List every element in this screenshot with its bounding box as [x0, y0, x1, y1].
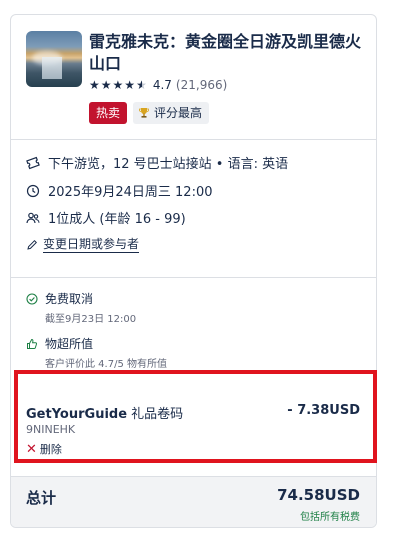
- remove-gift-code-button[interactable]: ✕ 删除: [26, 441, 62, 457]
- gift-code-section: GetYourGuide 礼品卷码 - 7.38USD 9NINEHK ✕ 删除: [11, 395, 376, 465]
- gift-code-label: GetYourGuide 礼品卷码: [26, 403, 183, 422]
- star-icon: ★: [112, 78, 124, 92]
- total-value: 74.58USD: [277, 486, 360, 504]
- trophy-icon: [139, 108, 149, 118]
- booking-summary-card: 雷克雅未克：黄金圈全日游及凯里德火山口 ★ ★ ★ ★ ★ 4.7 (21,96…: [10, 14, 377, 528]
- activity-thumbnail: [26, 31, 82, 87]
- participants-row: 1位成人 (年龄 16 - 99): [26, 208, 186, 227]
- change-date-link[interactable]: 变更日期或参与者: [26, 237, 140, 253]
- people-icon: [26, 212, 40, 223]
- hot-badge: 热卖: [89, 102, 128, 124]
- star-icon: ★: [89, 78, 100, 92]
- datetime-text: 2025年9月24日周三 12:00: [48, 185, 213, 200]
- rating-score: 4.7: [152, 78, 172, 92]
- gift-code-brand: GetYourGuide: [26, 407, 128, 422]
- clock-icon: [26, 184, 40, 197]
- half-star-icon: ★: [136, 78, 147, 92]
- star-icon: ★: [100, 78, 112, 92]
- divider: [11, 139, 376, 140]
- change-date-label: 变更日期或参与者: [43, 237, 140, 253]
- thumbs-up-icon: [27, 338, 38, 349]
- top-rated-badge: 评分最高: [133, 102, 210, 124]
- participants-text: 1位成人 (年龄 16 - 99): [48, 212, 186, 227]
- star-icon: ★: [124, 78, 136, 92]
- gift-code-value: 9NINEHK: [26, 423, 76, 436]
- benefit-subtitle: 客户评价此 4.7/5 物有所值: [45, 359, 167, 370]
- check-circle-icon: [26, 292, 38, 305]
- divider: [11, 277, 376, 278]
- datetime-row: 2025年9月24日周三 12:00: [26, 181, 213, 200]
- option-text: 下午游览，12 号巴士站接站 • 语言: 英语: [48, 157, 289, 172]
- rating-stars: ★ ★ ★ ★ ★: [89, 79, 147, 91]
- benefit-title: 物超所值: [45, 337, 94, 351]
- remove-label: 删除: [39, 443, 62, 456]
- top-rated-label: 评分最高: [154, 106, 203, 120]
- activity-title: 雷克雅未克：黄金圈全日游及凯里德火山口: [89, 32, 362, 73]
- gift-code-amount: - 7.38USD: [287, 403, 360, 418]
- benefit-subtitle: 截至9月23日 12:00: [45, 314, 137, 325]
- gift-code-type: 礼品卷码: [127, 407, 184, 422]
- activity-header: 雷克雅未克：黄金圈全日游及凯里德火山口 ★ ★ ★ ★ ★ 4.7 (21,96…: [11, 15, 376, 139]
- close-icon: ✕: [26, 441, 37, 457]
- activity-badges: 热卖 评分最高: [89, 102, 210, 124]
- great-value: 物超所值 客户评价此 4.7/5 物有所值: [26, 335, 167, 370]
- ticket-icon: [26, 156, 40, 169]
- option-row: 下午游览，12 号巴士站接站 • 语言: 英语: [26, 153, 288, 172]
- pencil-icon: [27, 239, 38, 250]
- rating-count: (21,966): [175, 78, 228, 92]
- free-cancellation: 免费取消 截至9月23日 12:00: [26, 290, 136, 325]
- benefit-title: 免费取消: [45, 292, 94, 306]
- total-label: 总计: [26, 489, 57, 507]
- total-section: 总计 74.58USD 包括所有税费: [11, 476, 376, 527]
- activity-rating: ★ ★ ★ ★ ★ 4.7 (21,966): [89, 78, 227, 92]
- tax-note: 包括所有税费: [300, 512, 360, 523]
